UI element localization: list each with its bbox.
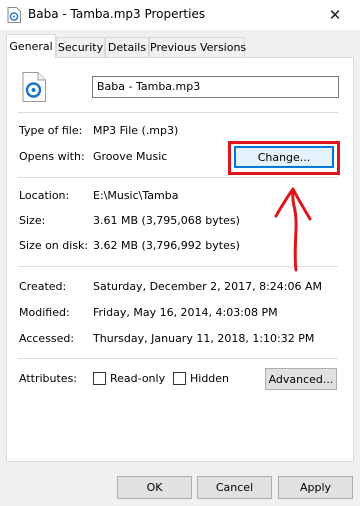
location-label: Location:: [19, 189, 70, 202]
tab-general[interactable]: General: [6, 34, 56, 58]
general-panel: [6, 57, 354, 462]
cancel-button[interactable]: Cancel: [197, 476, 272, 499]
separator: [18, 358, 338, 359]
separator: [18, 112, 338, 113]
hidden-label[interactable]: Hidden: [190, 372, 229, 385]
separator: [18, 177, 338, 178]
size-value: 3.61 MB (3,795,068 bytes): [93, 214, 240, 227]
size-on-disk-value: 3.62 MB (3,796,992 bytes): [93, 239, 240, 252]
groove-music-file-icon: [22, 72, 46, 102]
window-title: Baba - Tamba.mp3 Properties: [28, 7, 206, 21]
red-highlight-box: [228, 141, 340, 175]
tab-previous-versions[interactable]: Previous Versions: [149, 37, 246, 57]
close-button[interactable]: ✕: [310, 0, 360, 30]
opens-with-label: Opens with:: [19, 150, 85, 163]
size-on-disk-label: Size on disk:: [19, 239, 89, 252]
accessed-value: Thursday, January 11, 2018, 1:10:32 PM: [93, 332, 315, 345]
modified-value: Friday, May 16, 2014, 4:03:08 PM: [93, 306, 278, 319]
read-only-label[interactable]: Read-only: [110, 372, 165, 385]
type-of-file-value: MP3 File (.mp3): [93, 124, 179, 137]
tab-details[interactable]: Details: [105, 37, 149, 57]
location-value: E:\Music\Tamba: [93, 189, 179, 202]
tab-security[interactable]: Security: [56, 37, 105, 57]
created-value: Saturday, December 2, 2017, 8:24:06 AM: [93, 280, 322, 293]
hidden-checkbox[interactable]: [173, 372, 186, 385]
read-only-checkbox[interactable]: [93, 372, 106, 385]
opens-with-value: Groove Music: [93, 150, 168, 163]
music-file-icon: [7, 7, 21, 23]
type-of-file-label: Type of file:: [19, 124, 83, 137]
accessed-label: Accessed:: [19, 332, 75, 345]
separator: [18, 266, 338, 267]
ok-button[interactable]: OK: [117, 476, 192, 499]
advanced-button[interactable]: Advanced...: [265, 368, 337, 390]
attributes-label: Attributes:: [19, 372, 78, 385]
created-label: Created:: [19, 280, 67, 293]
file-name-field[interactable]: Baba - Tamba.mp3: [92, 76, 339, 98]
apply-button[interactable]: Apply: [278, 476, 353, 499]
modified-label: Modified:: [19, 306, 70, 319]
size-label: Size:: [19, 214, 46, 227]
